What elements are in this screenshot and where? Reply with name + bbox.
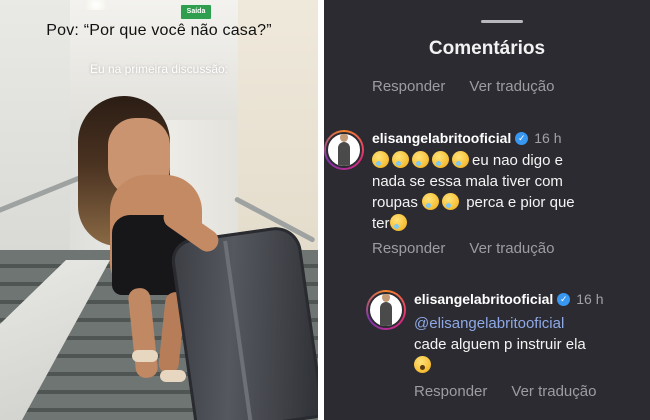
verified-badge-icon: ✓ (515, 131, 529, 145)
verified-badge-icon: ✓ (557, 292, 571, 306)
crying-face-emoji-icon (452, 151, 469, 168)
reply-button[interactable]: Responder (372, 78, 445, 95)
previous-comment-actions: Responder Ver tradução (372, 78, 554, 95)
username[interactable]: elisangelabritooficial (372, 130, 511, 146)
sandal-right (160, 370, 186, 382)
comments-panel: Comentários Responder Ver tradução elisa… (324, 0, 650, 420)
crying-face-emoji-icon (432, 151, 449, 168)
crying-face-emoji-icon (372, 151, 389, 168)
crying-face-emoji-icon (389, 214, 407, 231)
reply-button[interactable]: Responder (414, 383, 487, 400)
comment-text-line-1: eu nao digo e (472, 152, 563, 169)
reply-username[interactable]: elisangelabritooficial (414, 291, 553, 307)
comment-header: elisangelabritooficial ✓ 16 h (372, 130, 562, 146)
sandal-left (132, 350, 158, 362)
see-translation-button[interactable]: Ver tradução (469, 78, 554, 95)
comment-actions: Responder Ver tradução (372, 240, 554, 257)
video-frame[interactable]: Saída Pov: “Por que você não casa?” Eu n… (0, 0, 318, 420)
crying-face-emoji-icon (442, 193, 460, 210)
reply-header: elisangelabritooficial ✓ 16 h (414, 291, 604, 307)
drag-handle[interactable] (481, 20, 523, 23)
comment-text-line-3-rest: perca e pior que (466, 194, 575, 211)
avatar[interactable] (324, 130, 364, 170)
comment-timestamp: 16 h (534, 130, 562, 146)
mention-link[interactable]: @elisangelabritooficial (414, 315, 564, 332)
reply-avatar[interactable] (366, 290, 406, 330)
panel-title: Comentários (428, 38, 546, 59)
comment-text-line-2: nada se essa mala tiver com (372, 173, 563, 190)
reply-actions: Responder Ver tradução (414, 383, 596, 400)
video-caption-subtitle: Eu na primeira discussão: (89, 62, 229, 76)
surprised-face-emoji-icon (414, 356, 431, 373)
reply-button[interactable]: Responder (372, 240, 445, 257)
crying-face-emoji-icon (412, 151, 429, 168)
reply-text-line: cade alguem p instruir ela (414, 336, 586, 353)
crying-face-emoji-icon (392, 151, 409, 168)
comment-text: eu nao digo e nada se essa mala tiver co… (372, 150, 642, 234)
video-caption-title: Pov: “Por que você não casa?” (46, 22, 272, 39)
reply-text: @elisangelabritooficial cade alguem p in… (414, 313, 646, 376)
leg-left (127, 287, 159, 379)
reply-timestamp: 16 h (576, 291, 604, 307)
comment-text-line-3: roupas (372, 194, 418, 211)
comment-text-line-4: ter (372, 215, 390, 232)
see-translation-button[interactable]: Ver tradução (469, 240, 554, 257)
crying-face-emoji-icon (422, 193, 440, 210)
see-translation-button[interactable]: Ver tradução (511, 383, 596, 400)
